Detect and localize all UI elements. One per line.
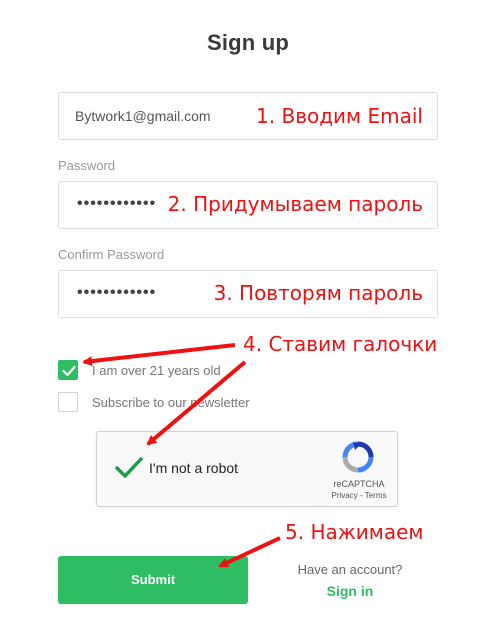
password-label: Password xyxy=(58,158,116,173)
sign-in-link[interactable]: Sign in xyxy=(272,583,428,599)
email-field[interactable]: Bytwork1@gmail.com 1. Вводим Email xyxy=(58,92,438,140)
confirm-password-value: •••••••••••• xyxy=(77,284,157,301)
annotation-confirm: 3. Повторям пароль xyxy=(213,281,423,305)
recaptcha-logo-icon xyxy=(342,441,374,473)
checkmark-icon xyxy=(62,365,76,377)
password-field[interactable]: •••••••••••• 2. Придумываем пароль xyxy=(58,181,438,229)
recaptcha-label: I'm not a robot xyxy=(149,460,239,476)
password-value: •••••••••••• xyxy=(77,195,157,212)
page-title: Sign up xyxy=(206,30,290,55)
recaptcha-brand: reCAPTCHA xyxy=(333,479,385,489)
annotation-submit: 5. Нажимаем xyxy=(285,520,424,544)
age-checkbox-label: I am over 21 years old xyxy=(92,363,221,378)
age-checkbox[interactable] xyxy=(58,360,78,380)
annotation-email: 1. Вводим Email xyxy=(256,104,423,128)
recaptcha-links[interactable]: Privacy - Terms xyxy=(329,491,389,500)
have-account-text: Have an account? xyxy=(297,562,403,577)
submit-button[interactable]: Submit xyxy=(58,556,248,604)
recaptcha-checkmark-icon[interactable] xyxy=(115,456,143,480)
annotation-checkboxes: 4. Ставим галочки xyxy=(243,332,438,356)
email-value: Bytwork1@gmail.com xyxy=(75,108,211,124)
confirm-password-field[interactable]: •••••••••••• 3. Повторям пароль xyxy=(58,270,438,318)
newsletter-checkbox-label: Subscribe to our newsletter xyxy=(92,395,250,410)
newsletter-checkbox[interactable] xyxy=(58,392,78,412)
annotation-password: 2. Придумываем пароль xyxy=(167,192,423,216)
recaptcha-widget: I'm not a robot reCAPTCHA Privacy - Term… xyxy=(96,431,398,507)
confirm-password-label: Confirm Password xyxy=(58,247,165,262)
arrow-to-checkbox xyxy=(82,343,236,367)
